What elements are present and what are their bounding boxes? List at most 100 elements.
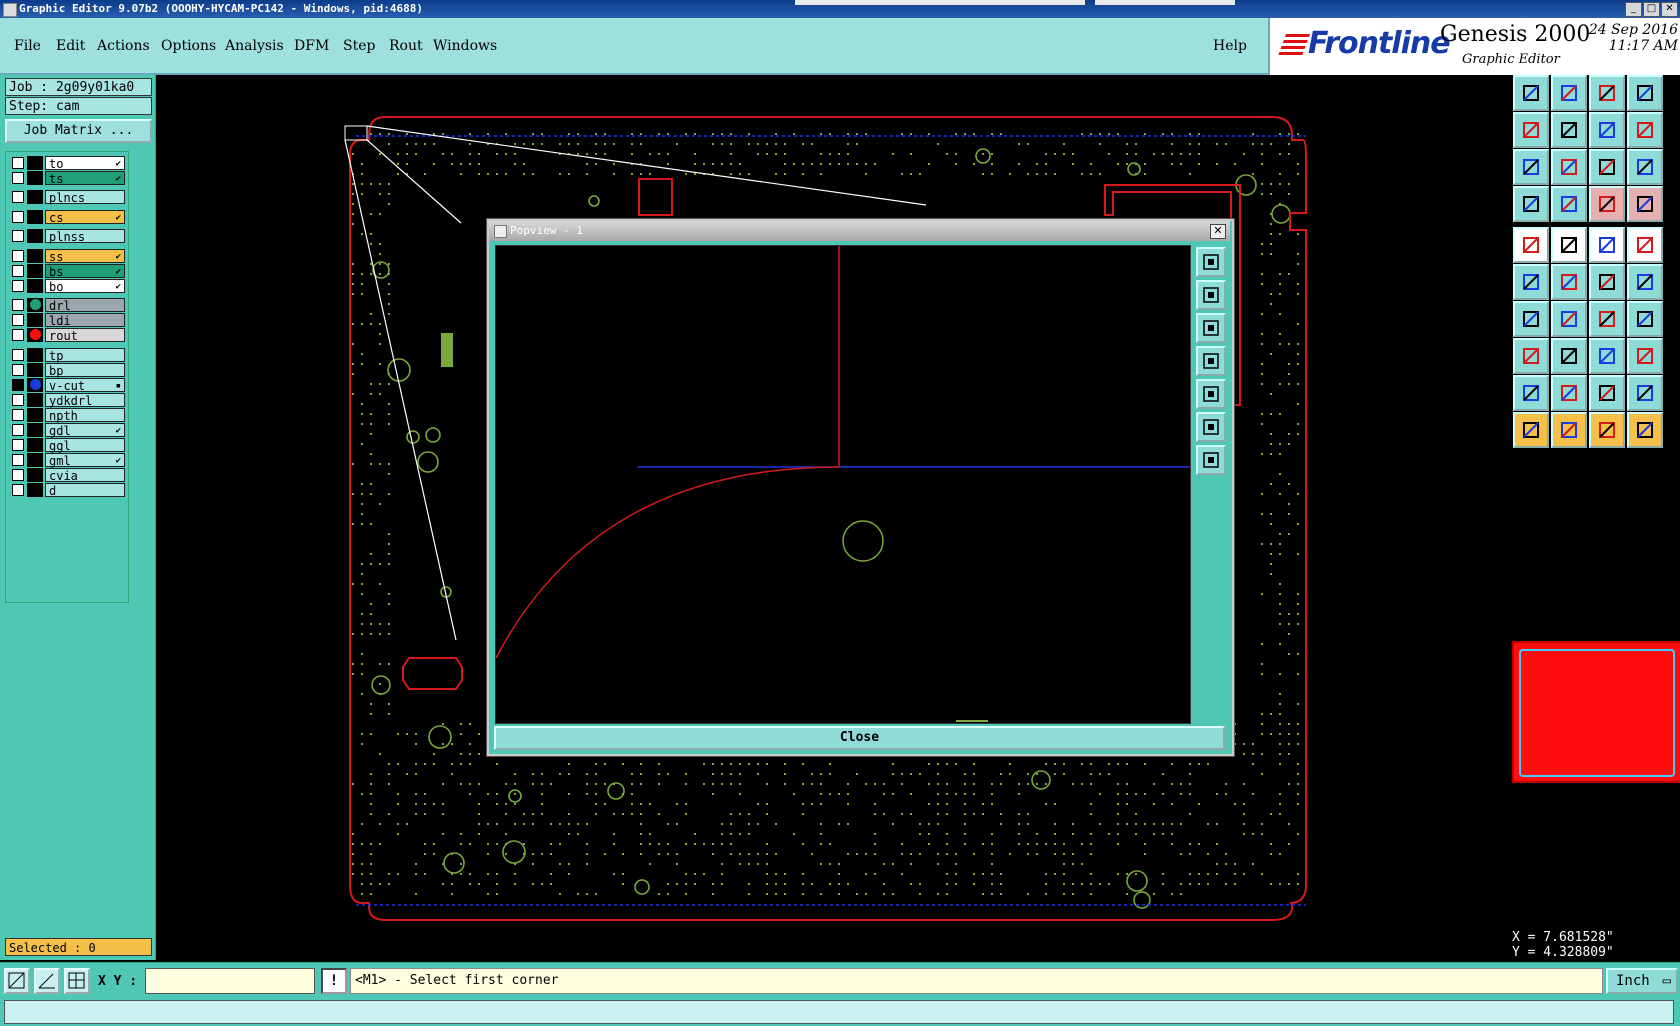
layer-name[interactable]: ggl	[45, 438, 125, 453]
zoom-icon[interactable]	[1551, 149, 1587, 185]
ruler-icon[interactable]	[1513, 186, 1549, 222]
layer-name[interactable]: rout	[45, 328, 125, 343]
rotate-icon[interactable]	[1589, 301, 1625, 337]
menu-windows[interactable]: Windows	[433, 38, 497, 54]
connect-icon[interactable]	[1513, 264, 1549, 300]
layer-name[interactable]: d	[45, 483, 125, 498]
layer-checkbox[interactable]	[12, 265, 24, 277]
layer-row-ldi[interactable]: ldi	[10, 313, 125, 328]
snap-mode-icon[interactable]	[4, 968, 30, 994]
dot-icon[interactable]	[1513, 338, 1549, 374]
unit-selector[interactable]: Inch ▭	[1606, 968, 1678, 994]
arrow-a-icon[interactable]	[1589, 375, 1625, 411]
layer-row-bs[interactable]: bs ✔	[10, 264, 125, 279]
layer-name[interactable]: ydkdrl	[45, 393, 125, 408]
menu-edit[interactable]: Edit	[56, 38, 85, 54]
layer-name[interactable]: ss ✔	[45, 249, 125, 264]
layer-checkbox[interactable]	[12, 172, 24, 184]
layer-name[interactable]: plnss	[45, 229, 125, 244]
layer-name[interactable]: gml ✔	[45, 453, 125, 468]
layer-name[interactable]: cs ✔	[45, 210, 125, 225]
layer-row-ydkdrl[interactable]: ydkdrl	[10, 393, 125, 408]
menu-rout[interactable]: Rout	[389, 38, 423, 54]
layer-row-cs[interactable]: cs ✔	[10, 210, 125, 225]
layer-checkbox[interactable]	[12, 454, 24, 466]
mirror-icon[interactable]	[1627, 301, 1663, 337]
layer-checkbox[interactable]	[12, 469, 24, 481]
pan-up-icon[interactable]	[1196, 280, 1226, 310]
pan-down-icon[interactable]	[1196, 313, 1226, 343]
layer-checkbox[interactable]	[12, 191, 24, 203]
layer-row-ss[interactable]: ss ✔	[10, 249, 125, 264]
pan-left-icon[interactable]	[1196, 346, 1226, 376]
fit-icon[interactable]	[1513, 149, 1549, 185]
layer-row-plnss[interactable]: plnss	[10, 229, 125, 244]
layer-row-bo[interactable]: bo ✔	[10, 279, 125, 294]
layer-row-bp[interactable]: bp	[10, 363, 125, 378]
shape-icon[interactable]	[1627, 338, 1663, 374]
menu-analysis[interactable]: Analysis	[225, 38, 284, 54]
grid-mode-icon[interactable]	[64, 968, 90, 994]
arrow-b-icon[interactable]	[1627, 375, 1663, 411]
triangle-icon[interactable]	[1551, 375, 1587, 411]
cursor-icon[interactable]	[1513, 412, 1549, 448]
save-icon[interactable]	[1551, 75, 1587, 111]
popview-close-button[interactable]: Close	[494, 726, 1225, 750]
layer-name[interactable]: bs ✔	[45, 264, 125, 279]
layer-name[interactable]: drl	[45, 298, 125, 313]
layer-row-npth[interactable]: npth	[10, 408, 125, 423]
layer-checkbox[interactable]	[12, 299, 24, 311]
layer-row-plncs[interactable]: plncs	[10, 190, 125, 205]
menu-step[interactable]: Step	[343, 38, 375, 54]
pad-icon[interactable]	[1513, 227, 1549, 263]
layer-checkbox[interactable]	[12, 230, 24, 242]
measure-icon[interactable]	[1589, 227, 1625, 263]
message-icon[interactable]: !	[321, 968, 347, 994]
layer-name[interactable]: bp	[45, 363, 125, 378]
step-icon[interactable]	[1589, 338, 1625, 374]
copy-icon[interactable]	[1551, 227, 1587, 263]
popview-title-bar[interactable]: Popview - 1 ✕	[489, 221, 1230, 241]
pin-icon[interactable]	[1627, 412, 1663, 448]
open-icon[interactable]	[1513, 75, 1549, 111]
window-icon[interactable]	[1627, 75, 1663, 111]
pan-right-icon[interactable]	[1196, 379, 1226, 409]
layer-checkbox[interactable]	[12, 250, 24, 262]
menu-actions[interactable]: Actions	[97, 38, 150, 54]
zoom-home-icon[interactable]	[1196, 445, 1226, 475]
layer-row-d[interactable]: d	[10, 483, 125, 498]
layer-checkbox[interactable]	[12, 394, 24, 406]
circle-icon[interactable]	[1627, 227, 1663, 263]
layer-row-tp[interactable]: tp	[10, 348, 125, 363]
fit-icon[interactable]	[1196, 412, 1226, 442]
slash-icon[interactable]	[1551, 301, 1587, 337]
layer-name[interactable]: cvia	[45, 468, 125, 483]
menu-help[interactable]: Help	[1213, 38, 1247, 54]
layer-checkbox[interactable]	[12, 349, 24, 361]
layer-checkbox[interactable]	[12, 314, 24, 326]
popview-close-icon[interactable]: ✕	[1210, 224, 1226, 239]
line-icon[interactable]	[1589, 264, 1625, 300]
layer-checkbox[interactable]	[12, 439, 24, 451]
cross-icon[interactable]	[1551, 264, 1587, 300]
layer-name[interactable]: bo ✔	[45, 279, 125, 294]
layer-row-rout[interactable]: rout	[10, 328, 125, 343]
layer-checkbox[interactable]	[12, 329, 24, 341]
menu-dfm[interactable]: DFM	[294, 38, 329, 54]
layer-name[interactable]: npth	[45, 408, 125, 423]
layer-row-ggl[interactable]: ggl	[10, 438, 125, 453]
layer-checkbox[interactable]	[12, 424, 24, 436]
snake-icon[interactable]	[1627, 112, 1663, 148]
pick-icon[interactable]	[1589, 412, 1625, 448]
angle-mode-icon[interactable]	[34, 968, 60, 994]
maximize-button[interactable]: □	[1643, 2, 1660, 17]
netlist2-icon[interactable]	[1627, 186, 1663, 222]
layer-name[interactable]: ldi	[45, 313, 125, 328]
select-icon[interactable]	[1551, 412, 1587, 448]
menu-file[interactable]: File	[14, 38, 41, 54]
import-icon[interactable]	[1513, 112, 1549, 148]
grid-icon[interactable]	[1551, 186, 1587, 222]
layer-checkbox[interactable]	[12, 379, 24, 391]
close-window-button[interactable]: ✕	[1661, 2, 1678, 17]
layer-name[interactable]: ts ✔	[45, 171, 125, 186]
